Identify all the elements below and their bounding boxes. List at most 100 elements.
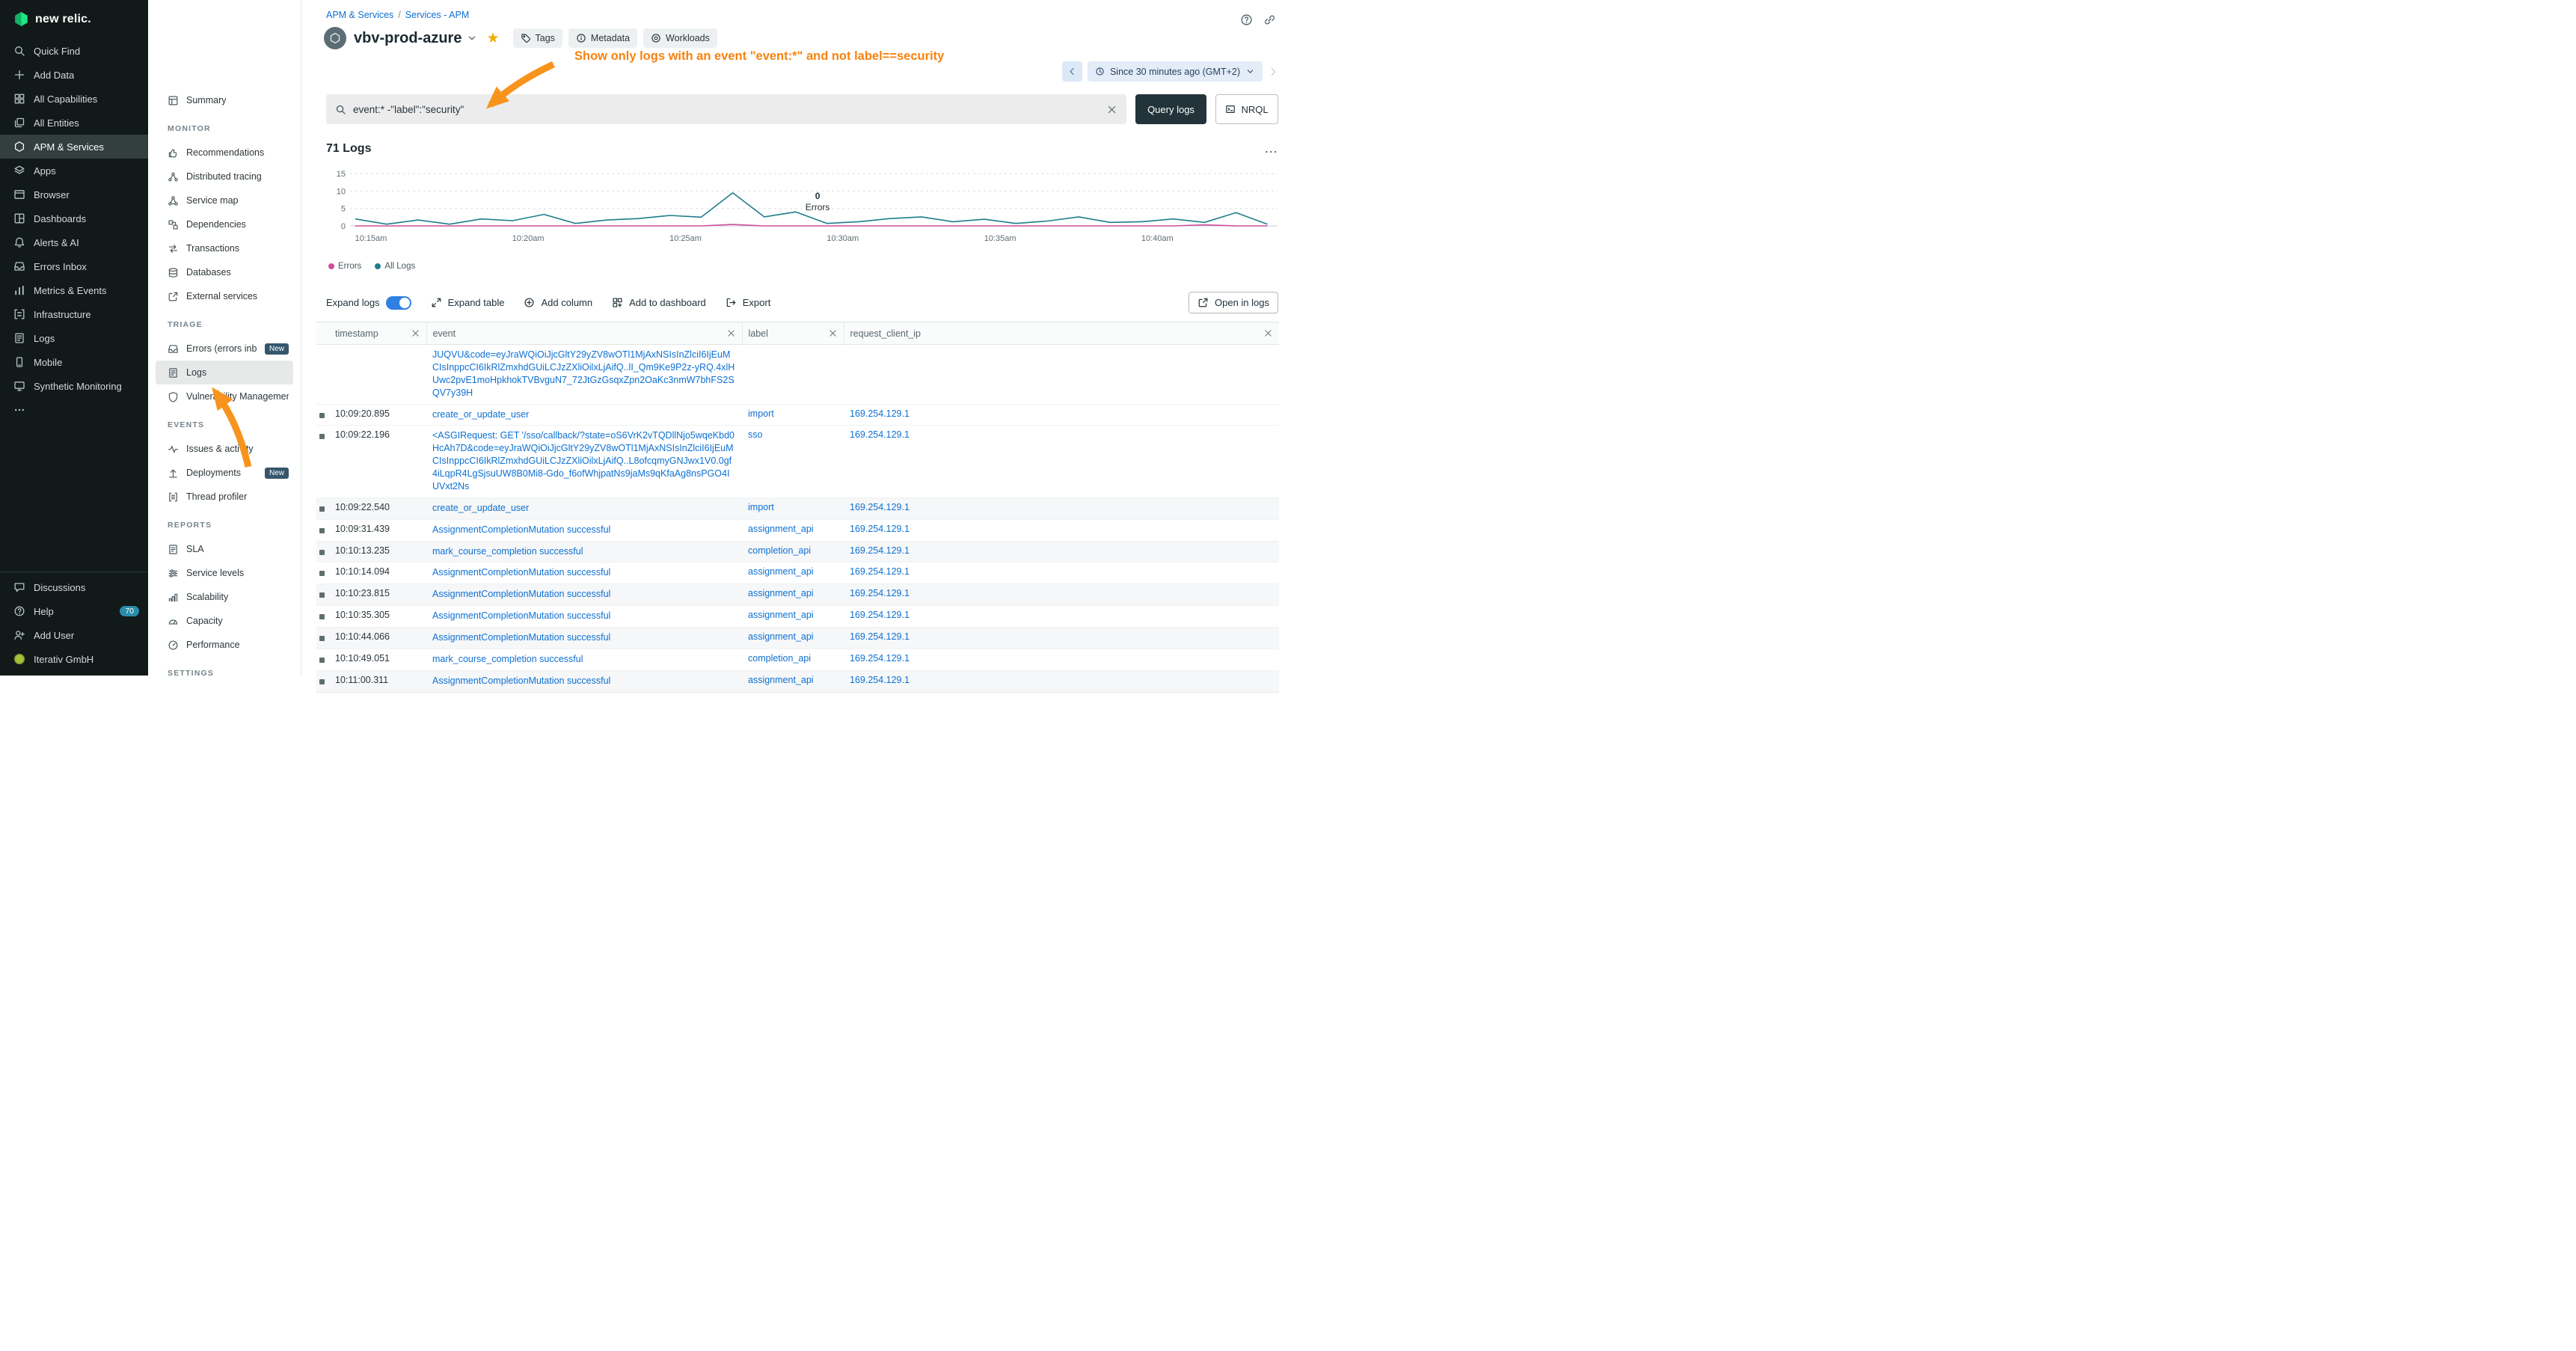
sidebar-item[interactable]: Mobile xyxy=(0,350,148,374)
log-label-link[interactable]: assignment_api xyxy=(748,675,814,685)
entity-switcher-chevron-icon[interactable] xyxy=(467,33,477,43)
favorite-star-icon[interactable]: ★ xyxy=(486,30,499,47)
entity-action-button[interactable]: Metadata xyxy=(568,28,637,48)
row-select-checkbox[interactable] xyxy=(319,614,325,619)
log-label-link[interactable]: sso xyxy=(748,429,762,440)
chart-more-menu[interactable]: ... xyxy=(1265,143,1278,155)
log-ip-link[interactable]: 169.254.129.1 xyxy=(850,545,910,556)
breadcrumb-link-apm[interactable]: APM & Services xyxy=(326,10,393,20)
export-button[interactable]: Export xyxy=(726,297,771,308)
logs-timeseries-chart[interactable]: 05101510:15am10:20am10:25am10:30am10:35a… xyxy=(326,169,1278,250)
log-event-link[interactable]: <ASGIRequest: GET '/sso/callback/?state=… xyxy=(432,429,736,492)
row-select-checkbox[interactable] xyxy=(319,679,325,684)
table-row[interactable]: 10:10:49.051 mark_course_completion succ… xyxy=(316,649,1279,670)
log-label-link[interactable]: completion_api xyxy=(748,545,811,556)
log-event-link[interactable]: JUQVU&code=eyJraWQiOiJjcGltY29yZV8wOTl1M… xyxy=(432,349,736,399)
log-label-link[interactable]: completion_api xyxy=(748,653,811,664)
sidebar-item[interactable]: Logs xyxy=(0,326,148,350)
entity-nav-item[interactable]: SLA xyxy=(156,537,293,561)
entity-nav-item[interactable]: Scalability xyxy=(156,585,293,609)
logs-search-input[interactable]: event:* -"label":"security" xyxy=(326,94,1126,124)
time-picker[interactable]: Since 30 minutes ago (GMT+2) xyxy=(1088,61,1263,82)
sidebar-item[interactable]: All Capabilities xyxy=(0,87,148,111)
table-row[interactable]: 10:09:31.439 AssignmentCompletionMutatio… xyxy=(316,519,1279,541)
log-label-link[interactable]: assignment_api xyxy=(748,631,814,642)
log-event-link[interactable]: mark_course_completion successful xyxy=(432,653,736,666)
log-ip-link[interactable]: 169.254.129.1 xyxy=(850,429,910,440)
entity-nav-item[interactable]: MONITOR xyxy=(156,117,293,141)
log-label-link[interactable]: assignment_api xyxy=(748,588,814,598)
entity-nav-item[interactable]: SETTINGS xyxy=(156,661,293,676)
log-event-link[interactable]: AssignmentCompletionMutation successful xyxy=(432,610,736,622)
log-event-link[interactable]: AssignmentCompletionMutation successful xyxy=(432,588,736,601)
add-column-button[interactable]: Add column xyxy=(524,297,592,308)
log-event-link[interactable]: AssignmentCompletionMutation successful xyxy=(432,566,736,579)
log-event-link[interactable]: create_or_update_user xyxy=(432,408,736,421)
add-to-dashboard-button[interactable]: Add to dashboard xyxy=(612,297,706,308)
table-row[interactable]: 10:09:22.196 <ASGIRequest: GET '/sso/cal… xyxy=(316,426,1279,497)
table-row[interactable]: 10:09:22.540 create_or_update_user impor… xyxy=(316,497,1279,519)
log-event-link[interactable]: create_or_update_user xyxy=(432,502,736,515)
sidebar-item[interactable]: Synthetic Monitoring xyxy=(0,374,148,398)
open-in-logs-button[interactable]: Open in logs xyxy=(1189,292,1278,313)
entity-nav-item[interactable]: REPORTS xyxy=(156,513,293,537)
log-label-link[interactable]: import xyxy=(748,408,774,419)
remove-timestamp-column-icon[interactable] xyxy=(411,328,420,338)
clear-query-icon[interactable] xyxy=(1106,104,1117,115)
sidebar-footer-item[interactable]: Iterativ GmbH xyxy=(0,647,148,671)
sidebar-item[interactable] xyxy=(0,398,148,422)
log-ip-link[interactable]: 169.254.129.1 xyxy=(850,588,910,598)
sidebar-footer-item[interactable]: Help 70 xyxy=(0,599,148,623)
sidebar-item[interactable]: Add Data xyxy=(0,63,148,87)
sidebar-footer-item[interactable]: Add User xyxy=(0,623,148,647)
entity-action-button[interactable]: Tags xyxy=(513,28,562,48)
sidebar-item[interactable]: Errors Inbox xyxy=(0,254,148,278)
sidebar-item[interactable]: All Entities xyxy=(0,111,148,135)
log-ip-link[interactable]: 169.254.129.1 xyxy=(850,502,910,512)
entity-nav-item[interactable]: TRIAGE xyxy=(156,313,293,337)
log-label-link[interactable]: assignment_api xyxy=(748,524,814,534)
sidebar-item[interactable]: Alerts & AI xyxy=(0,230,148,254)
table-row[interactable]: JUQVU&code=eyJraWQiOiJjcGltY29yZV8wOTl1M… xyxy=(316,345,1279,405)
entity-nav-item[interactable]: Databases xyxy=(156,260,293,284)
permalink-icon[interactable] xyxy=(1263,13,1276,26)
row-select-checkbox[interactable] xyxy=(319,434,325,439)
sidebar-item[interactable]: Metrics & Events xyxy=(0,278,148,302)
entity-nav-item[interactable]: Thread profiler xyxy=(156,485,293,509)
log-ip-link[interactable]: 169.254.129.1 xyxy=(850,524,910,534)
entity-nav-item[interactable]: Deployments New xyxy=(156,461,293,485)
legend-item[interactable]: All Logs xyxy=(375,262,415,271)
breadcrumb-link-services[interactable]: Services - APM xyxy=(405,10,469,20)
expand-table-button[interactable]: Expand table xyxy=(431,297,505,308)
query-text[interactable]: event:* -"label":"security" xyxy=(353,104,1100,115)
time-back-button[interactable] xyxy=(1062,61,1082,82)
sidebar-item[interactable]: Infrastructure xyxy=(0,302,148,326)
sidebar-item[interactable]: Dashboards xyxy=(0,206,148,230)
sidebar-item[interactable]: Quick Find xyxy=(0,39,148,63)
nrql-button[interactable]: NRQL xyxy=(1215,94,1278,124)
table-row[interactable]: 10:10:23.815 AssignmentCompletionMutatio… xyxy=(316,584,1279,606)
row-select-checkbox[interactable] xyxy=(319,571,325,576)
row-select-checkbox[interactable] xyxy=(319,550,325,555)
row-select-checkbox[interactable] xyxy=(319,592,325,598)
query-logs-button[interactable]: Query logs xyxy=(1135,94,1206,124)
log-ip-link[interactable]: 169.254.129.1 xyxy=(850,631,910,642)
row-select-checkbox[interactable] xyxy=(319,506,325,512)
log-event-link[interactable]: AssignmentCompletionMutation successful xyxy=(432,675,736,687)
entity-nav-item[interactable]: Errors (errors inb... New xyxy=(156,337,293,361)
entity-nav-item[interactable]: Service levels xyxy=(156,561,293,585)
log-event-link[interactable]: mark_course_completion successful xyxy=(432,545,736,558)
entity-nav-item[interactable]: Issues & activity xyxy=(156,437,293,461)
entity-nav-item[interactable]: Summary xyxy=(156,88,293,112)
log-ip-link[interactable]: 169.254.129.1 xyxy=(850,653,910,664)
remove-label-column-icon[interactable] xyxy=(828,328,838,338)
entity-nav-item[interactable]: Logs xyxy=(156,361,293,385)
log-label-link[interactable]: assignment_api xyxy=(748,610,814,620)
sidebar-item[interactable]: APM & Services xyxy=(0,135,148,159)
help-icon[interactable] xyxy=(1240,13,1253,26)
entity-nav-item[interactable]: EVENTS xyxy=(156,413,293,437)
new-relic-logo[interactable]: new relic. xyxy=(0,0,148,27)
table-row[interactable]: 10:10:35.305 AssignmentCompletionMutatio… xyxy=(316,606,1279,628)
entity-action-button[interactable]: Workloads xyxy=(643,28,717,48)
row-select-checkbox[interactable] xyxy=(319,528,325,533)
